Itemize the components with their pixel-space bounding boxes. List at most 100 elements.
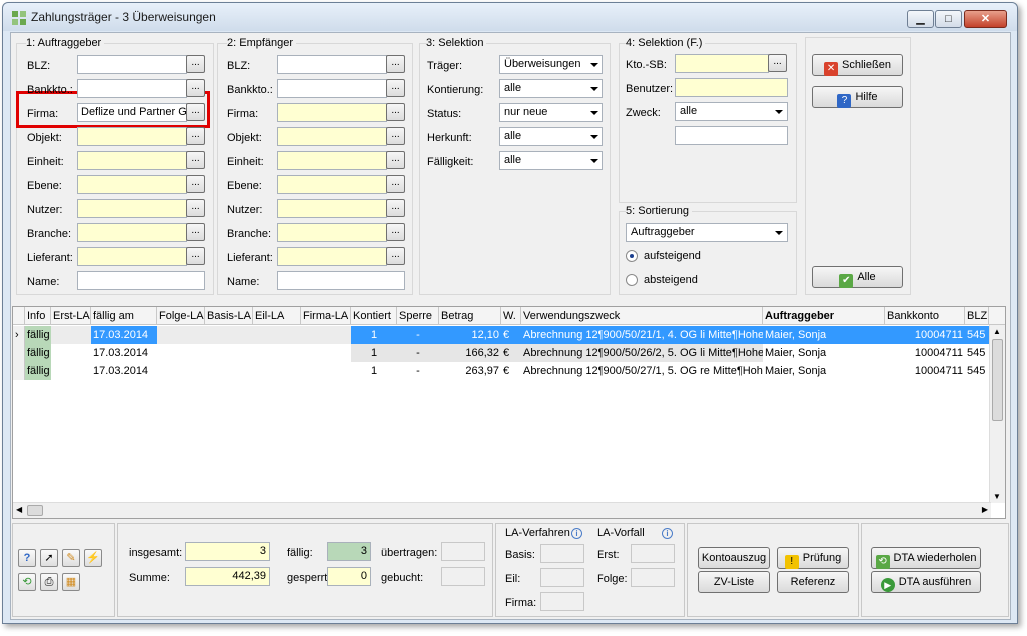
- empfaenger-browse-button[interactable]: ...: [386, 151, 405, 169]
- auftraggeber-field[interactable]: Deflize und Partner Gı: [77, 103, 187, 122]
- auftraggeber-field[interactable]: [77, 247, 187, 266]
- column-header[interactable]: Bankkonto: [885, 307, 965, 325]
- selektion-select[interactable]: alle: [499, 79, 603, 98]
- column-header[interactable]: Kontiert: [351, 307, 397, 325]
- column-header[interactable]: Info: [25, 307, 51, 325]
- auftraggeber-browse-button[interactable]: ...: [186, 79, 205, 97]
- zv-liste-button[interactable]: ZV-Liste: [698, 571, 770, 593]
- print-icon[interactable]: ⎙: [40, 573, 58, 591]
- edit-icon[interactable]: ✎: [62, 549, 80, 567]
- scroll-left-icon[interactable]: ◀: [16, 505, 22, 514]
- zweck-select[interactable]: alle: [675, 102, 788, 121]
- horizontal-scrollbar[interactable]: ◀ ▶: [13, 502, 991, 518]
- column-header[interactable]: Auftraggeber: [763, 307, 885, 325]
- empfaenger-field[interactable]: [277, 79, 387, 98]
- selektion-select[interactable]: nur neue: [499, 103, 603, 122]
- auftraggeber-field[interactable]: [77, 79, 187, 98]
- sortierung-select[interactable]: Auftraggeber: [626, 223, 788, 242]
- auftraggeber-browse-button[interactable]: ...: [186, 199, 205, 217]
- auftraggeber-field[interactable]: [77, 223, 187, 242]
- empfaenger-browse-button[interactable]: ...: [386, 127, 405, 145]
- pruefung-button[interactable]: ! Prüfung: [777, 547, 849, 569]
- column-header[interactable]: Erst-LA: [51, 307, 91, 325]
- auftraggeber-field[interactable]: [77, 55, 187, 74]
- empfaenger-field[interactable]: [277, 151, 387, 170]
- dta-wiederholen-button[interactable]: ⟲ DTA wiederholen: [871, 547, 981, 569]
- sort-ascending-label[interactable]: aufsteigend: [644, 250, 701, 262]
- auftraggeber-field[interactable]: [77, 127, 187, 146]
- kto-sb-field[interactable]: [675, 54, 769, 73]
- column-header[interactable]: Basis-LA: [205, 307, 253, 325]
- auftraggeber-browse-button[interactable]: ...: [186, 55, 205, 73]
- help-icon[interactable]: ?: [18, 549, 36, 567]
- benutzer-field[interactable]: [675, 78, 788, 97]
- help-button[interactable]: ? Hilfe: [812, 86, 903, 108]
- info-icon[interactable]: i: [662, 528, 673, 539]
- auftraggeber-field[interactable]: [77, 199, 187, 218]
- sort-descending-radio[interactable]: [626, 274, 638, 286]
- empfaenger-browse-button[interactable]: ...: [386, 55, 405, 73]
- column-header[interactable]: Folge-LA: [157, 307, 205, 325]
- auftraggeber-field[interactable]: [77, 151, 187, 170]
- vertical-scrollbar[interactable]: ▲ ▼: [989, 325, 1005, 503]
- auftraggeber-browse-button[interactable]: ...: [186, 175, 205, 193]
- empfaenger-field[interactable]: [277, 127, 387, 146]
- all-button[interactable]: ✔ Alle: [812, 266, 903, 288]
- scroll-down-icon[interactable]: ▼: [993, 492, 1001, 501]
- dta-ausfuehren-button[interactable]: ▶ DTA ausführen: [871, 571, 981, 593]
- table-row[interactable]: fällig 17.03.2014 1-166,32 € Abrechnung 12¶9…: [13, 344, 989, 362]
- maximize-button[interactable]: □: [935, 10, 962, 28]
- scroll-up-icon[interactable]: ▲: [993, 327, 1001, 336]
- selektion-select[interactable]: alle: [499, 151, 603, 170]
- empfaenger-browse-button[interactable]: ...: [386, 247, 405, 265]
- kontoauszug-button[interactable]: Kontoauszug: [698, 547, 770, 569]
- auftraggeber-browse-button[interactable]: ...: [186, 151, 205, 169]
- column-header[interactable]: Betrag: [439, 307, 501, 325]
- empfaenger-field[interactable]: [277, 55, 387, 74]
- column-header[interactable]: fällig am: [91, 307, 157, 325]
- auftraggeber-field[interactable]: [77, 175, 187, 194]
- empfaenger-field[interactable]: [277, 103, 387, 122]
- close-window-button[interactable]: ✕: [964, 10, 1007, 28]
- selektion-select[interactable]: alle: [499, 127, 603, 146]
- close-button[interactable]: ✕ Schließen: [812, 54, 903, 76]
- sort-descending-label[interactable]: absteigend: [644, 274, 698, 286]
- column-header[interactable]: Firma-LA: [301, 307, 351, 325]
- scroll-thumb[interactable]: [992, 339, 1003, 421]
- grid-icon[interactable]: ▦: [62, 573, 80, 591]
- auftraggeber-browse-button[interactable]: ...: [186, 247, 205, 265]
- empfaenger-browse-button[interactable]: ...: [386, 175, 405, 193]
- table-row[interactable]: fällig 17.03.2014 1 - 263,97 € Abrechnung 12¶9…: [13, 362, 989, 380]
- scroll-thumb-h[interactable]: [27, 505, 43, 516]
- scroll-right-icon[interactable]: ▶: [982, 505, 988, 514]
- zweck-extra-field[interactable]: [675, 126, 788, 145]
- empfaenger-field[interactable]: [277, 199, 387, 218]
- refresh-icon[interactable]: ⟲: [18, 573, 36, 591]
- empfaenger-field[interactable]: [277, 223, 387, 242]
- empfaenger-browse-button[interactable]: ...: [386, 199, 405, 217]
- auftraggeber-browse-button[interactable]: ...: [186, 103, 205, 121]
- empfaenger-field[interactable]: [277, 271, 405, 290]
- empfaenger-field[interactable]: [277, 175, 387, 194]
- auftraggeber-browse-button[interactable]: ...: [186, 223, 205, 241]
- empfaenger-browse-button[interactable]: ...: [386, 103, 405, 121]
- table-row[interactable]: › fällig 17.03.2014 1-12,10 € Abrechnung 12¶9…: [13, 326, 989, 344]
- info-icon[interactable]: i: [571, 528, 582, 539]
- pointer-icon[interactable]: ➚: [40, 549, 58, 567]
- auftraggeber-browse-button[interactable]: ...: [186, 127, 205, 145]
- kto-sb-browse-button[interactable]: ...: [768, 54, 787, 72]
- column-header[interactable]: BLZ: [965, 307, 989, 325]
- empfaenger-field[interactable]: [277, 247, 387, 266]
- empfaenger-browse-button[interactable]: ...: [386, 223, 405, 241]
- empfaenger-browse-button[interactable]: ...: [386, 79, 405, 97]
- column-header[interactable]: Sperre: [397, 307, 439, 325]
- referenz-button[interactable]: Referenz: [777, 571, 849, 593]
- auftraggeber-field[interactable]: [77, 271, 205, 290]
- lightning-icon[interactable]: ⚡: [84, 549, 102, 567]
- column-header[interactable]: Verwendungszweck: [521, 307, 763, 325]
- minimize-button[interactable]: ▁: [907, 10, 934, 28]
- column-header[interactable]: W.: [501, 307, 521, 325]
- selektion-select[interactable]: Überweisungen: [499, 55, 603, 74]
- sort-ascending-radio[interactable]: [626, 250, 638, 262]
- column-header[interactable]: Eil-LA: [253, 307, 301, 325]
